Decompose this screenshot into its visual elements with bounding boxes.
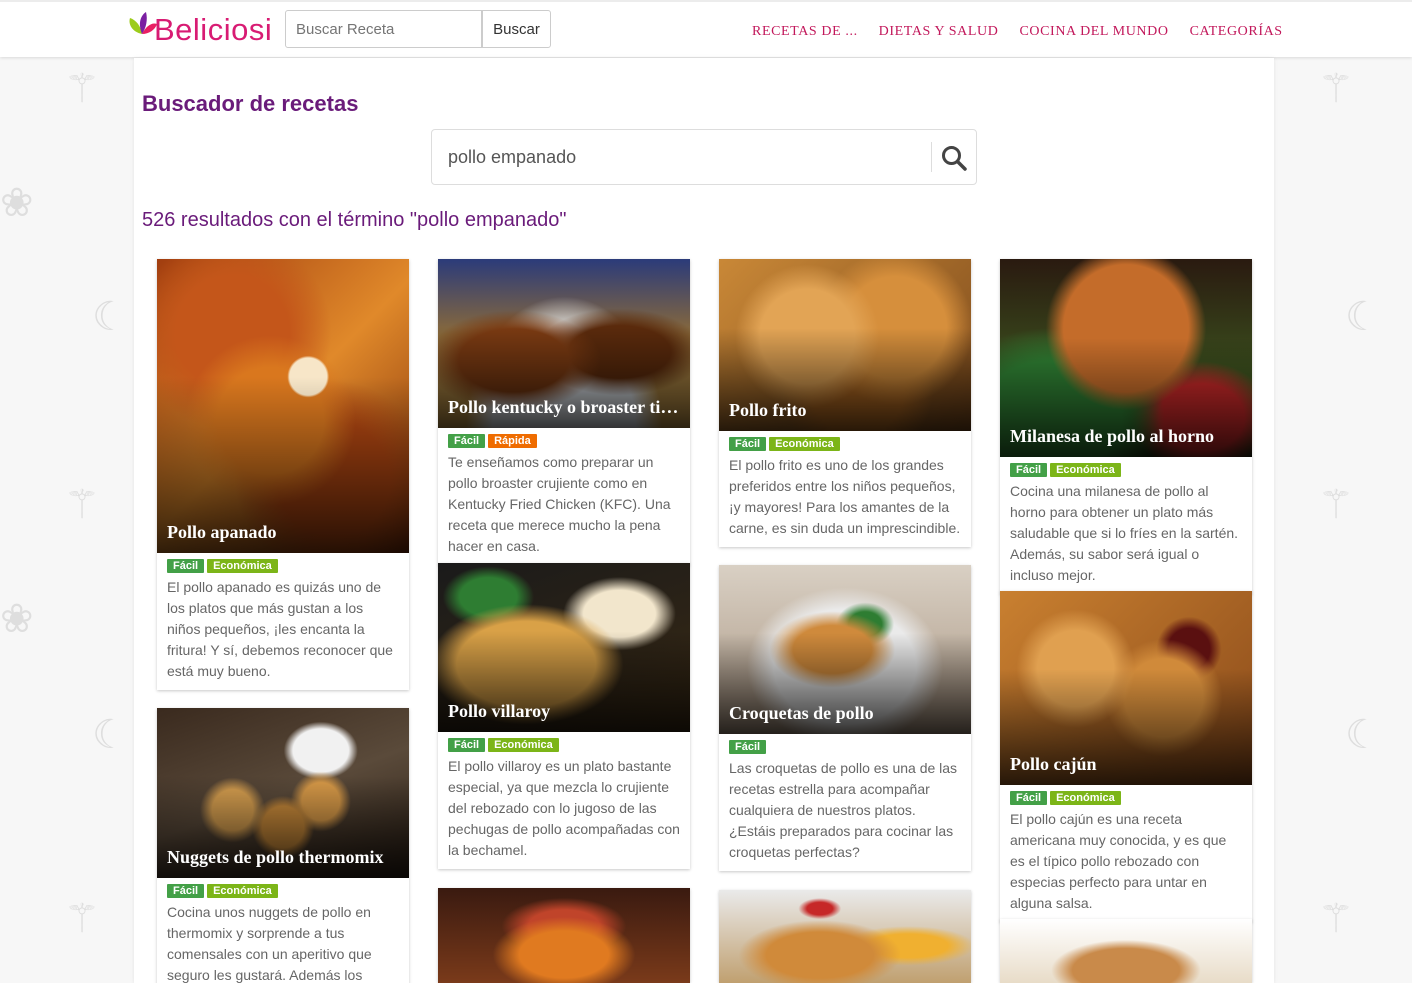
recipe-card[interactable] bbox=[719, 890, 971, 983]
nav-categorias[interactable]: CATEGORÍAS bbox=[1190, 24, 1283, 40]
header-search-input[interactable] bbox=[285, 10, 482, 48]
recipe-tags: Fácil Económica bbox=[1000, 785, 1252, 805]
nav-dietas-y-salud[interactable]: DIETAS Y SALUD bbox=[879, 24, 999, 40]
recipe-description: El pollo villaroy es un plato bastante e… bbox=[448, 758, 680, 858]
tag-difficulty: Fácil bbox=[167, 884, 205, 898]
recipe-image[interactable] bbox=[1000, 919, 1252, 983]
recipe-tags: Fácil Económica bbox=[157, 553, 409, 573]
recipe-image[interactable] bbox=[719, 890, 971, 983]
recipe-title[interactable]: Pollo kentucky o broaster tipo KFC bbox=[448, 397, 684, 418]
search-divider bbox=[931, 142, 932, 172]
logo-text: Beliciosi bbox=[154, 12, 273, 47]
recipe-card[interactable]: Milanesa de pollo al horno Fácil Económi… bbox=[1000, 259, 1252, 594]
tag-difficulty: Fácil bbox=[1010, 791, 1048, 805]
recipe-tags: Fácil Económica bbox=[438, 732, 690, 752]
tag-difficulty: Fácil bbox=[448, 434, 486, 448]
recipe-image[interactable]: Nuggets de pollo thermomix bbox=[157, 708, 409, 878]
tag-difficulty: Fácil bbox=[729, 740, 767, 754]
tag-cost: Económica bbox=[1050, 463, 1121, 477]
recipe-card[interactable] bbox=[1000, 919, 1252, 983]
tag-speed: Rápida bbox=[488, 434, 537, 448]
recipe-card[interactable]: Pollo apanado Fácil Económica El pollo a… bbox=[157, 259, 409, 690]
recipe-description: Cocina unos nuggets de pollo en thermomi… bbox=[167, 904, 372, 983]
recipe-image[interactable]: Pollo villaroy bbox=[438, 563, 690, 732]
tag-difficulty: Fácil bbox=[448, 738, 486, 752]
recipe-title[interactable]: Nuggets de pollo thermomix bbox=[167, 847, 403, 868]
recipe-search-query[interactable]: pollo empanado bbox=[448, 147, 576, 168]
recipe-tags: Fácil Económica bbox=[719, 431, 971, 451]
site-logo[interactable]: Beliciosi bbox=[128, 6, 272, 54]
recipe-card[interactable]: Nuggets de pollo thermomix Fácil Económi… bbox=[157, 708, 409, 983]
logo-leaf-icon bbox=[128, 8, 157, 52]
recipe-image[interactable]: Croquetas de pollo bbox=[719, 565, 971, 734]
search-icon[interactable] bbox=[940, 144, 968, 172]
recipe-image[interactable]: Milanesa de pollo al horno bbox=[1000, 259, 1252, 457]
recipe-tags: Fácil Rápida bbox=[438, 428, 690, 448]
recipe-tags: Fácil bbox=[719, 734, 971, 754]
header-search-button[interactable]: Buscar bbox=[482, 10, 551, 48]
recipe-image[interactable]: Pollo frito bbox=[719, 259, 971, 431]
recipe-image[interactable]: Pollo apanado bbox=[157, 259, 409, 553]
background-banana-icon: ☾ bbox=[92, 295, 128, 339]
recipe-card[interactable]: Croquetas de pollo Fácil Las croquetas d… bbox=[719, 565, 971, 871]
recipe-description: El pollo apanado es quizás uno de los pl… bbox=[167, 579, 393, 679]
recipe-description: El pollo frito es uno de los grandes pre… bbox=[729, 457, 961, 536]
background-skewer-icon: ⚚ bbox=[1318, 897, 1354, 941]
background-banana-icon: ☾ bbox=[1345, 295, 1381, 339]
background-cupcake-icon: ❀ bbox=[0, 181, 34, 225]
nav-cocina-del-mundo[interactable]: COCINA DEL MUNDO bbox=[1019, 24, 1168, 40]
recipe-image[interactable] bbox=[438, 888, 690, 983]
tag-cost: Económica bbox=[1050, 791, 1121, 805]
recipe-title[interactable]: Pollo villaroy bbox=[448, 701, 684, 722]
tag-difficulty: Fácil bbox=[729, 437, 767, 451]
page-title: Buscador de recetas bbox=[142, 91, 359, 116]
recipe-title[interactable]: Croquetas de pollo bbox=[729, 703, 965, 724]
recipe-title[interactable]: Pollo apanado bbox=[167, 522, 403, 543]
tag-cost: Económica bbox=[769, 437, 840, 451]
background-banana-icon: ☾ bbox=[92, 713, 128, 757]
recipe-title[interactable]: Milanesa de pollo al horno bbox=[1010, 426, 1246, 447]
main-nav: RECETAS DE ... DIETAS Y SALUD COCINA DEL… bbox=[752, 24, 1283, 40]
tag-cost: Económica bbox=[207, 884, 278, 898]
recipe-image[interactable]: Pollo kentucky o broaster tipo KFC bbox=[438, 259, 690, 428]
nav-recetas-de[interactable]: RECETAS DE ... bbox=[752, 24, 858, 40]
recipe-card[interactable]: Pollo frito Fácil Económica El pollo fri… bbox=[719, 259, 971, 547]
recipe-description: Te enseñamos como preparar un pollo broa… bbox=[448, 454, 671, 554]
tag-difficulty: Fácil bbox=[167, 559, 205, 573]
recipe-description: Cocina una milanesa de pollo al horno pa… bbox=[1010, 483, 1239, 583]
recipe-image[interactable]: Pollo cajún bbox=[1000, 591, 1252, 785]
recipe-card[interactable]: Pollo villaroy Fácil Económica El pollo … bbox=[438, 563, 690, 869]
main-content: Buscador de recetas pollo empanado 526 r… bbox=[134, 58, 1274, 983]
tag-cost: Económica bbox=[488, 738, 559, 752]
recipe-description: El pollo cajún es una receta americana m… bbox=[1010, 811, 1227, 911]
top-navigation-bar: Beliciosi Buscar RECETAS DE ... DIETAS Y… bbox=[0, 0, 1412, 57]
background-banana-icon: ☾ bbox=[1345, 713, 1381, 757]
recipe-card[interactable]: Pollo kentucky o broaster tipo KFC Fácil… bbox=[438, 259, 690, 565]
background-skewer-icon: ⚚ bbox=[1318, 483, 1354, 527]
tag-cost: Económica bbox=[207, 559, 278, 573]
background-skewer-icon: ⚚ bbox=[64, 483, 100, 527]
recipe-tags: Fácil Económica bbox=[157, 878, 409, 898]
recipe-description: Las croquetas de pollo es una de las rec… bbox=[729, 760, 958, 860]
tag-difficulty: Fácil bbox=[1010, 463, 1048, 477]
recipe-title[interactable]: Pollo cajún bbox=[1010, 754, 1246, 775]
recipe-card[interactable] bbox=[438, 888, 690, 983]
recipe-title[interactable]: Pollo frito bbox=[729, 400, 965, 421]
background-skewer-icon: ⚚ bbox=[1318, 67, 1354, 111]
recipe-search-box[interactable]: pollo empanado bbox=[431, 129, 977, 185]
results-count: 526 resultados con el término "pollo emp… bbox=[142, 209, 567, 231]
recipe-card[interactable]: Pollo cajún Fácil Económica El pollo caj… bbox=[1000, 591, 1252, 922]
background-cupcake-icon: ❀ bbox=[0, 597, 34, 641]
background-skewer-icon: ⚚ bbox=[64, 67, 100, 111]
recipe-tags: Fácil Económica bbox=[1000, 457, 1252, 477]
background-skewer-icon: ⚚ bbox=[64, 897, 100, 941]
